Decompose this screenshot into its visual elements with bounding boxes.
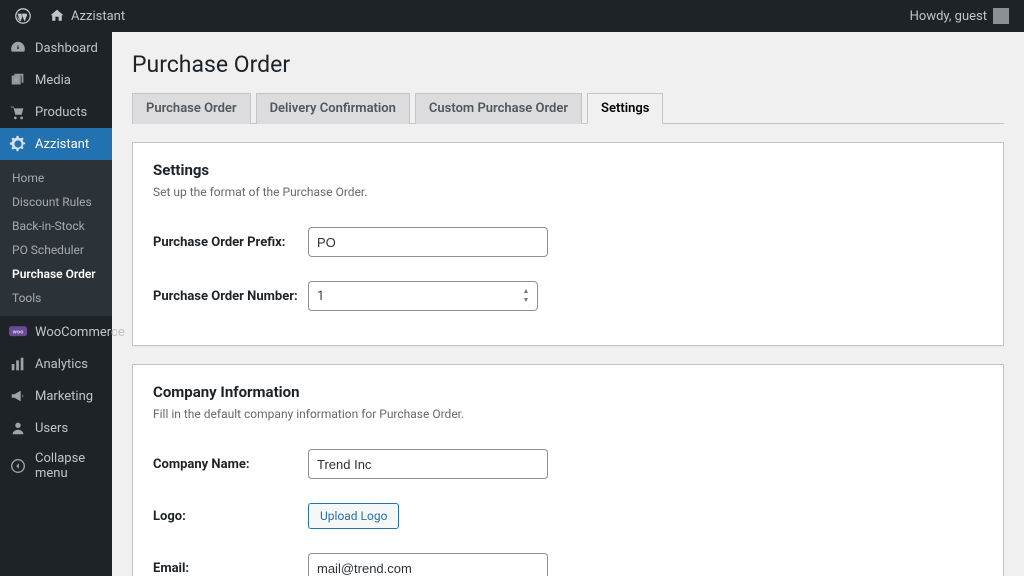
sidebar-item-label: Marketing — [35, 389, 93, 404]
analytics-icon — [9, 355, 27, 373]
number-stepper[interactable]: ▲ ▼ — [519, 286, 533, 306]
company-name-label: Company Name: — [153, 457, 308, 472]
sidebar-item-label: Users — [35, 421, 68, 436]
chevron-up-icon: ▲ — [519, 287, 533, 296]
home-icon — [49, 8, 65, 24]
collapse-icon — [9, 457, 27, 475]
sidebar-item-label: Analytics — [35, 357, 88, 372]
submenu-item-po-scheduler[interactable]: PO Scheduler — [0, 238, 112, 262]
sidebar-item-dashboard[interactable]: Dashboard — [0, 32, 112, 64]
svg-text:woo: woo — [13, 330, 24, 336]
settings-desc: Set up the format of the Purchase Order. — [153, 185, 983, 199]
settings-heading: Settings — [153, 161, 983, 179]
settings-panel: Settings Set up the format of the Purcha… — [132, 142, 1004, 346]
logo-label: Logo: — [153, 509, 308, 524]
company-name-input[interactable] — [308, 449, 548, 479]
sidebar-item-collapse[interactable]: Collapse menu — [0, 444, 112, 488]
sidebar-item-label: Products — [35, 105, 87, 120]
sidebar-item-users[interactable]: Users — [0, 412, 112, 444]
submenu-item-purchase-order[interactable]: Purchase Order — [0, 262, 112, 286]
submenu-item-back-in-stock[interactable]: Back-in-Stock — [0, 214, 112, 238]
chevron-down-icon: ▼ — [519, 296, 533, 305]
sidebar-item-marketing[interactable]: Marketing — [0, 380, 112, 412]
gear-icon — [9, 135, 27, 153]
company-panel: Company Information Fill in the default … — [132, 364, 1004, 576]
avatar — [993, 8, 1009, 24]
prefix-label: Purchase Order Prefix: — [153, 235, 308, 250]
main-content: Purchase Order Purchase Order Delivery C… — [112, 32, 1024, 576]
sidebar-item-analytics[interactable]: Analytics — [0, 348, 112, 380]
wp-logo[interactable] — [8, 0, 38, 32]
tab-settings[interactable]: Settings — [587, 93, 663, 124]
sidebar-item-label: Media — [35, 73, 71, 88]
number-input[interactable]: 1 ▲ ▼ — [308, 281, 538, 311]
admin-bar: Azzistant Howdy, guest — [0, 0, 1024, 32]
number-value: 1 — [317, 289, 324, 304]
sidebar-item-label: Azzistant — [35, 137, 89, 152]
sidebar-submenu: Home Discount Rules Back-in-Stock PO Sch… — [0, 160, 112, 316]
company-heading: Company Information — [153, 383, 983, 401]
tab-delivery-confirmation[interactable]: Delivery Confirmation — [256, 93, 410, 124]
products-icon — [9, 103, 27, 121]
submenu-item-discount-rules[interactable]: Discount Rules — [0, 190, 112, 214]
admin-sidebar: Dashboard Media Products Azzistant Home … — [0, 32, 112, 576]
upload-logo-button[interactable]: Upload Logo — [308, 503, 399, 529]
tab-purchase-order[interactable]: Purchase Order — [132, 93, 251, 124]
email-label: Email: — [153, 561, 308, 576]
dashboard-icon — [9, 39, 27, 57]
page-title: Purchase Order — [132, 42, 1004, 82]
sidebar-item-label: Dashboard — [35, 41, 98, 56]
sidebar-item-media[interactable]: Media — [0, 64, 112, 96]
sidebar-item-products[interactable]: Products — [0, 96, 112, 128]
sidebar-item-woocommerce[interactable]: woo WooCommerce — [0, 316, 112, 348]
account-link[interactable]: Howdy, guest — [903, 0, 1016, 32]
sidebar-item-azzistant[interactable]: Azzistant — [0, 128, 112, 160]
marketing-icon — [9, 387, 27, 405]
number-label: Purchase Order Number: — [153, 289, 308, 304]
email-input[interactable] — [308, 553, 548, 576]
site-link[interactable]: Azzistant — [42, 0, 132, 32]
media-icon — [9, 71, 27, 89]
woo-icon: woo — [9, 323, 27, 341]
sidebar-item-label: Collapse menu — [35, 451, 103, 481]
wordpress-icon — [15, 8, 31, 24]
users-icon — [9, 419, 27, 437]
site-name: Azzistant — [71, 9, 125, 24]
howdy-text: Howdy, guest — [910, 9, 987, 24]
company-desc: Fill in the default company information … — [153, 407, 983, 421]
submenu-item-home[interactable]: Home — [0, 166, 112, 190]
prefix-input[interactable] — [308, 227, 548, 257]
submenu-item-tools[interactable]: Tools — [0, 286, 112, 310]
tab-custom-purchase-order[interactable]: Custom Purchase Order — [415, 93, 582, 124]
nav-tabs: Purchase Order Delivery Confirmation Cus… — [132, 92, 1004, 124]
